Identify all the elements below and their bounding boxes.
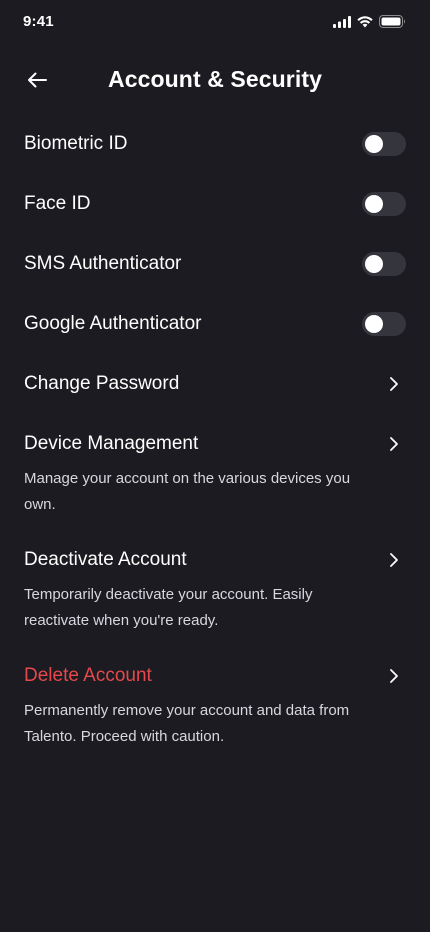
toggle-knob [365, 195, 383, 213]
google-authenticator-toggle[interactable] [362, 312, 406, 336]
setting-row-biometric-id: Biometric ID [0, 114, 430, 174]
chevron-right-icon [390, 553, 398, 567]
row-top: Device Management [24, 432, 406, 456]
status-icons [333, 15, 406, 28]
sms-authenticator-toggle[interactable] [362, 252, 406, 276]
chevron-right-icon [390, 437, 398, 451]
chevron-right-icon [390, 669, 398, 683]
setting-description: Manage your account on the various devic… [24, 470, 351, 513]
battery-icon [379, 15, 405, 28]
status-time: 9:41 [23, 13, 54, 30]
change-password-row[interactable]: Change Password [0, 354, 430, 414]
settings-list: Biometric ID Face ID SMS Authenticator G… [0, 114, 430, 762]
page-title: Account & Security [108, 66, 322, 92]
setting-label: Change Password [24, 373, 180, 394]
wifi-icon [357, 15, 373, 27]
row-top: Deactivate Account [24, 548, 406, 572]
header: Account & Security [0, 56, 430, 104]
setting-row-google-authenticator: Google Authenticator [0, 294, 430, 354]
chevron-right-icon [390, 377, 398, 391]
toggle-knob [365, 135, 383, 153]
setting-label: SMS Authenticator [24, 253, 182, 274]
biometric-id-toggle[interactable] [362, 132, 406, 156]
setting-label: Face ID [24, 193, 91, 214]
face-id-toggle[interactable] [362, 192, 406, 216]
setting-label: Biometric ID [24, 133, 128, 154]
status-bar: 9:41 [0, 0, 430, 44]
toggle-knob [365, 315, 383, 333]
signal-icon [333, 15, 351, 28]
setting-label: Deactivate Account [24, 549, 187, 570]
setting-description: Temporarily deactivate your account. Eas… [24, 586, 313, 629]
delete-account-row[interactable]: Delete Account Permanently remove your a… [0, 646, 430, 762]
device-management-row[interactable]: Device Management Manage your account on… [0, 414, 430, 530]
setting-label: Delete Account [24, 665, 152, 686]
row-top: Delete Account [24, 664, 406, 688]
toggle-knob [365, 255, 383, 273]
deactivate-account-row[interactable]: Deactivate Account Temporarily deactivat… [0, 530, 430, 646]
setting-row-face-id: Face ID [0, 174, 430, 234]
setting-description: Permanently remove your account and data… [24, 702, 350, 745]
setting-row-sms-authenticator: SMS Authenticator [0, 234, 430, 294]
setting-label: Device Management [24, 433, 199, 454]
setting-label: Google Authenticator [24, 313, 202, 334]
